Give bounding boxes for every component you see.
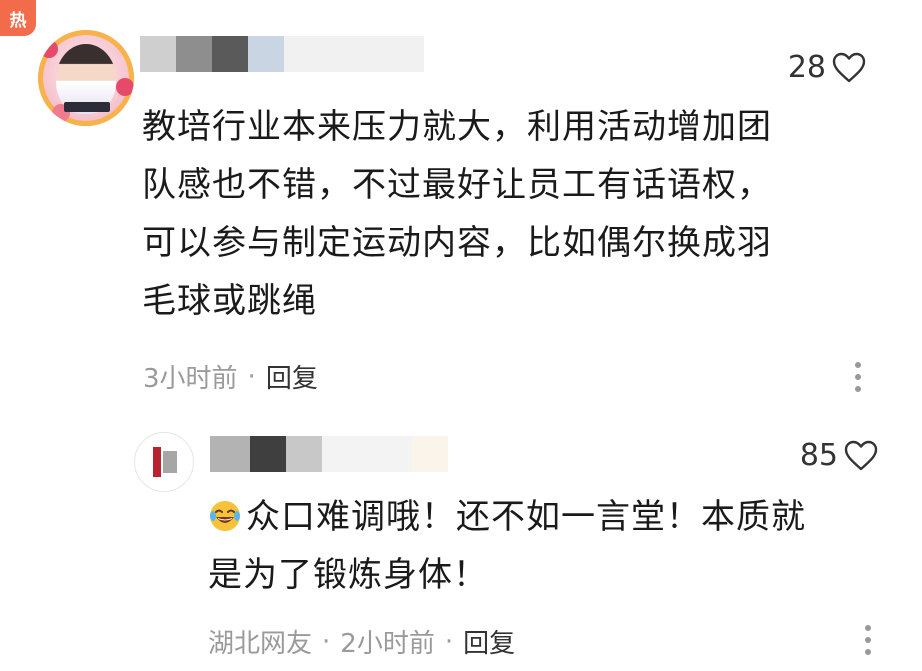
reply-button[interactable]: 回复 [266, 358, 318, 395]
comment-line: 毛球或跳绳 [142, 281, 317, 321]
comment-line: 是为了锻炼身体！ [208, 555, 488, 595]
meta-separator: · [322, 626, 331, 657]
flower-decoration [116, 78, 134, 96]
comment-line: 教培行业本来压力就大，利用活动增加团 [142, 107, 772, 147]
avatar[interactable] [38, 30, 134, 126]
comment-time: 2小时前 [340, 629, 435, 659]
reply-avatar[interactable] [134, 432, 194, 492]
like-button[interactable]: 85 [800, 438, 878, 473]
comment-line: 队感也不错，不过最好让员工有话语权， [142, 165, 772, 205]
laughing-tears-emoji-icon [208, 493, 242, 531]
reply-button[interactable]: 回复 [463, 623, 515, 660]
like-count: 28 [787, 50, 826, 85]
username-redacted[interactable] [210, 436, 448, 472]
heart-outline-icon [832, 52, 866, 84]
avatar-mark [153, 447, 161, 477]
avatar-tag [64, 102, 110, 112]
meta-separator: · [444, 626, 454, 657]
like-button[interactable]: 28 [788, 50, 866, 85]
comment-time: 3小时前 [143, 364, 238, 394]
more-vertical-icon[interactable] [863, 625, 873, 655]
flower-decoration [40, 40, 58, 58]
comment-line: 众口难调哦！还不如一言堂！本质就 [208, 488, 898, 546]
comment-line: 可以参与制定运动内容，比如偶尔换成羽 [142, 223, 772, 263]
comment-text: 教培行业本来压力就大，利用活动增加团 队感也不错，不过最好让员工有话语权， 可以… [142, 98, 872, 330]
avatar-mark [163, 451, 177, 473]
comment-text: 众口难调哦！还不如一言堂！本质就 是为了锻炼身体！ [208, 488, 898, 604]
meta-separator: · [247, 361, 256, 392]
hot-badge: 热 [0, 0, 36, 36]
comment-meta: 湖北网友 · 2小时前 · 回复 [208, 623, 515, 660]
comment-line-text: 众口难调哦！还不如一言堂！本质就 [246, 497, 806, 537]
comment-location: 湖北网友 [208, 629, 313, 659]
comment-meta: 3小时前 · 回复 [143, 358, 318, 395]
username-redacted[interactable] [140, 36, 424, 72]
heart-outline-icon [844, 440, 878, 472]
more-vertical-icon[interactable] [853, 362, 863, 392]
like-count: 85 [799, 438, 838, 473]
